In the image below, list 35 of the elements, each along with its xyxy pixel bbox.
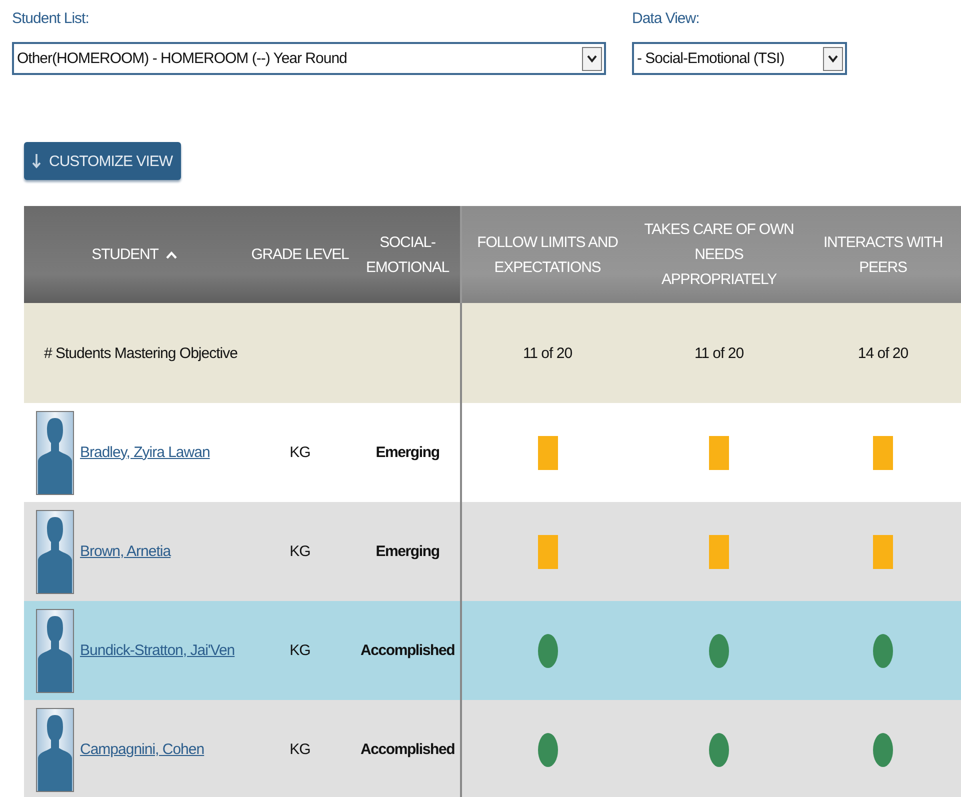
grade-level: KG (290, 741, 310, 758)
student-link[interactable]: Bundick-Stratton, Jai'Ven (80, 638, 235, 662)
avatar-icon (36, 410, 74, 494)
down-arrow-icon (32, 153, 41, 169)
grade-level: KG (290, 444, 310, 461)
table-row[interactable]: Brown, Arnetia KG Emerging (24, 502, 961, 601)
student-link[interactable]: Brown, Arnetia (80, 540, 171, 564)
status-text: Emerging (376, 543, 440, 560)
avatar-icon (36, 510, 74, 594)
status-text: Accomplished (360, 642, 455, 659)
customize-view-button[interactable]: CUSTOMIZE VIEW (24, 142, 181, 180)
column-header[interactable]: SOCIAL-EMOTIONAL (355, 206, 462, 303)
avatar-icon (36, 608, 74, 692)
avatar-icon (36, 708, 74, 792)
student-link[interactable]: Campagnini, Cohen (80, 738, 204, 762)
status-text: Accomplished (360, 741, 455, 758)
summary-count: 14 of 20 (858, 344, 908, 362)
summary-label: # Students Mastering Objective (44, 344, 238, 362)
grade-level: KG (290, 543, 310, 560)
column-header[interactable]: STUDENT (24, 206, 245, 303)
field-label: Data View: (632, 9, 700, 29)
dropdown[interactable]: - Social-Emotional (TSI) (632, 42, 847, 75)
summary-count: 11 of 20 (694, 344, 744, 362)
table-row[interactable]: Bundick-Stratton, Jai'Ven KG Accomplished (24, 601, 961, 700)
column-header[interactable]: GRADE LEVEL (245, 206, 355, 303)
dropdown[interactable]: Other(HOMEROOM) - HOMEROOM (--) Year Round (12, 42, 606, 75)
status-text: Emerging (376, 444, 440, 461)
summary-count: 11 of 20 (522, 344, 572, 362)
field-label: Student List: (12, 9, 89, 29)
column-header[interactable]: TAKES CARE OF OWN NEEDS APPROPRIATELY (633, 206, 805, 303)
table-row[interactable]: Campagnini, Cohen KG Accomplished (24, 700, 961, 797)
grade-level: KG (290, 642, 310, 659)
column-header[interactable]: INTERACTS WITH PEERS (805, 206, 961, 303)
student-link[interactable]: Bradley, Zyira Lawan (80, 440, 210, 464)
column-header[interactable]: FOLLOW LIMITS AND EXPECTATIONS (462, 206, 633, 303)
